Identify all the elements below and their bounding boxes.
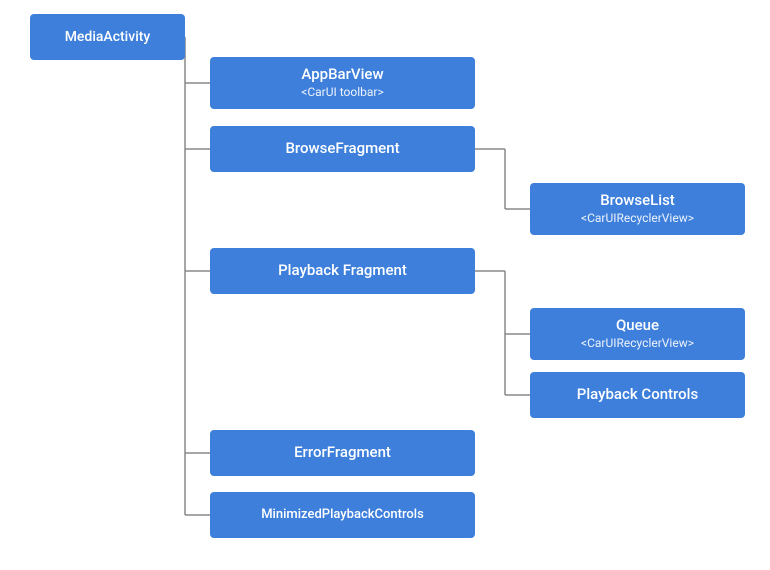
- node-minimized-playback-controls: MinimizedPlaybackControls: [210, 492, 475, 538]
- node-browse-fragment: BrowseFragment: [210, 126, 475, 172]
- node-queue: Queue <CarUIRecyclerView>: [530, 308, 745, 360]
- node-playback-controls-label: Playback Controls: [577, 385, 698, 405]
- node-playback-fragment: Playback Fragment: [210, 248, 475, 294]
- node-error-fragment: ErrorFragment: [210, 430, 475, 476]
- node-browse-list: BrowseList <CarUIRecyclerView>: [530, 183, 745, 235]
- node-appbar-view: AppBarView <CarUI toolbar>: [210, 57, 475, 109]
- node-playback-fragment-label: Playback Fragment: [278, 261, 407, 281]
- node-browse-fragment-label: BrowseFragment: [285, 139, 399, 159]
- node-playback-controls: Playback Controls: [530, 372, 745, 418]
- node-error-fragment-label: ErrorFragment: [294, 443, 391, 463]
- node-queue-label: Queue: [616, 316, 659, 336]
- node-appbar-view-label: AppBarView: [301, 65, 383, 85]
- node-media-activity: MediaActivity: [30, 14, 185, 60]
- node-media-activity-label: MediaActivity: [65, 28, 151, 46]
- node-browse-list-label: BrowseList: [600, 191, 675, 211]
- node-queue-subtitle: <CarUIRecyclerView>: [581, 336, 694, 352]
- node-browse-list-subtitle: <CarUIRecyclerView>: [581, 211, 694, 227]
- diagram-container: MediaActivity AppBarView <CarUI toolbar>…: [0, 0, 770, 570]
- node-minimized-playback-controls-label: MinimizedPlaybackControls: [261, 507, 424, 524]
- node-appbar-view-subtitle: <CarUI toolbar>: [301, 85, 384, 101]
